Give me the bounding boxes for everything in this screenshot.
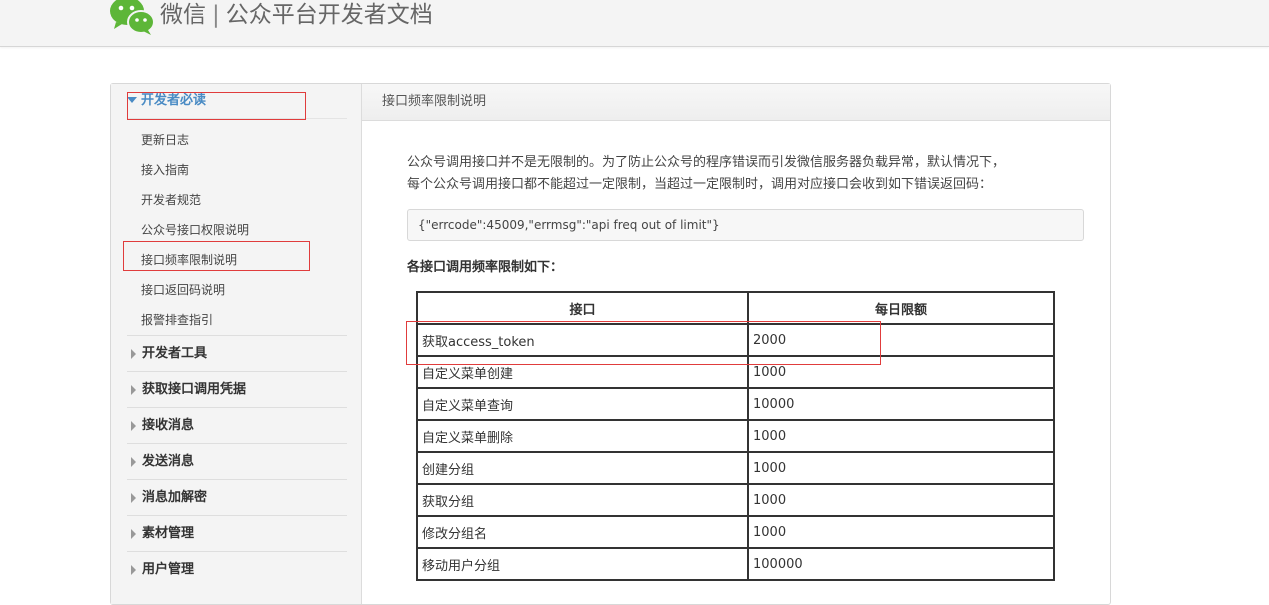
sidebar-section-label: 发送消息 bbox=[142, 454, 195, 469]
table-row: 创建分组 1000 bbox=[416, 451, 1055, 485]
sidebar-item-developer-rules[interactable]: 开发者规范 bbox=[127, 185, 347, 215]
cell-limit: 1000 bbox=[747, 483, 1055, 517]
cell-api: 自定义菜单查询 bbox=[416, 387, 749, 421]
cell-limit: 1000 bbox=[747, 515, 1055, 549]
cell-api: 移动用户分组 bbox=[416, 547, 749, 581]
brand-name: 微信 bbox=[160, 2, 206, 28]
highlight-box-access-token-row bbox=[406, 321, 881, 365]
sidebar-section-developer-must-read: 开发者必读 更新日志 接入指南 开发者规范 公众号接口权限说明 接口频率限制说明… bbox=[127, 84, 347, 335]
sidebar-section-material-management[interactable]: 素材管理 bbox=[127, 515, 347, 550]
highlight-box-rate-limit-item bbox=[123, 241, 310, 271]
caret-right-icon bbox=[131, 529, 136, 539]
wechat-logo-icon[interactable] bbox=[108, 0, 156, 36]
caret-right-icon bbox=[131, 385, 136, 395]
cell-limit: 1000 bbox=[747, 451, 1055, 485]
cell-limit: 100000 bbox=[747, 547, 1055, 581]
table-header-row: 接口 每日限额 bbox=[416, 291, 1055, 325]
caret-right-icon bbox=[131, 457, 136, 467]
cell-limit: 1000 bbox=[747, 419, 1055, 453]
sidebar-item-alarm-guide[interactable]: 报警排查指引 bbox=[127, 305, 347, 335]
caret-right-icon bbox=[131, 493, 136, 503]
intro-paragraph: 公众号调用接口并不是无限制的。为了防止公众号的程序错误而引发微信服务器负载异常，… bbox=[407, 152, 1005, 196]
cell-limit: 10000 bbox=[747, 387, 1055, 421]
highlight-box-section bbox=[127, 92, 306, 120]
sidebar-section-developer-tools[interactable]: 开发者工具 bbox=[127, 335, 347, 370]
top-header: 微信 | 公众平台开发者文档 bbox=[0, 0, 1269, 47]
intro-line-1: 公众号调用接口并不是无限制的。为了防止公众号的程序错误而引发微信服务器负载异常，… bbox=[407, 155, 1006, 170]
cell-api: 创建分组 bbox=[416, 451, 749, 485]
sidebar-section-label: 接收消息 bbox=[142, 418, 195, 433]
sidebar-section-message-encryption[interactable]: 消息加解密 bbox=[127, 479, 347, 514]
column-header-daily-limit: 每日限额 bbox=[747, 291, 1055, 325]
table-title: 各接口调用频率限制如下： bbox=[407, 260, 564, 275]
caret-right-icon bbox=[131, 349, 136, 359]
sidebar-section-get-credentials[interactable]: 获取接口调用凭据 bbox=[127, 371, 347, 406]
page-title: 接口频率限制说明 bbox=[362, 84, 1110, 121]
sidebar-section-label: 用户管理 bbox=[142, 562, 195, 577]
brand-separator: | bbox=[212, 2, 220, 28]
site-title: 公众平台开发者文档 bbox=[225, 2, 433, 28]
sidebar-section-label: 开发者工具 bbox=[142, 346, 208, 361]
sidebar-section-send-messages[interactable]: 发送消息 bbox=[127, 443, 347, 478]
intro-line-2: 每个公众号调用接口都不能超过一定限制，当超过一定限制时，调用对应接口会收到如下错… bbox=[407, 177, 993, 192]
sidebar-section-receive-messages[interactable]: 接收消息 bbox=[127, 407, 347, 442]
cell-api: 获取分组 bbox=[416, 483, 749, 517]
table-row: 移动用户分组 100000 bbox=[416, 547, 1055, 581]
column-header-api: 接口 bbox=[416, 291, 749, 325]
sidebar-item-changelog[interactable]: 更新日志 bbox=[127, 125, 347, 155]
sidebar-nav: 开发者必读 更新日志 接入指南 开发者规范 公众号接口权限说明 接口频率限制说明… bbox=[111, 84, 362, 604]
caret-right-icon bbox=[131, 421, 136, 431]
sidebar-section-label: 素材管理 bbox=[142, 526, 195, 541]
cell-api: 修改分组名 bbox=[416, 515, 749, 549]
sidebar-item-access-guide[interactable]: 接入指南 bbox=[127, 155, 347, 185]
sidebar-section-label: 获取接口调用凭据 bbox=[142, 382, 247, 397]
cell-api: 自定义菜单删除 bbox=[416, 419, 749, 453]
table-row: 自定义菜单查询 10000 bbox=[416, 387, 1055, 421]
table-row: 修改分组名 1000 bbox=[416, 515, 1055, 549]
caret-right-icon bbox=[131, 565, 136, 575]
sidebar-section-label: 消息加解密 bbox=[142, 490, 208, 505]
sidebar-item-return-codes[interactable]: 接口返回码说明 bbox=[127, 275, 347, 305]
table-row: 获取分组 1000 bbox=[416, 483, 1055, 517]
error-code-sample: {"errcode":45009,"errmsg":"api freq out … bbox=[407, 209, 1084, 241]
table-row: 自定义菜单删除 1000 bbox=[416, 419, 1055, 453]
site-brand[interactable]: 微信 | 公众平台开发者文档 bbox=[160, 0, 433, 34]
